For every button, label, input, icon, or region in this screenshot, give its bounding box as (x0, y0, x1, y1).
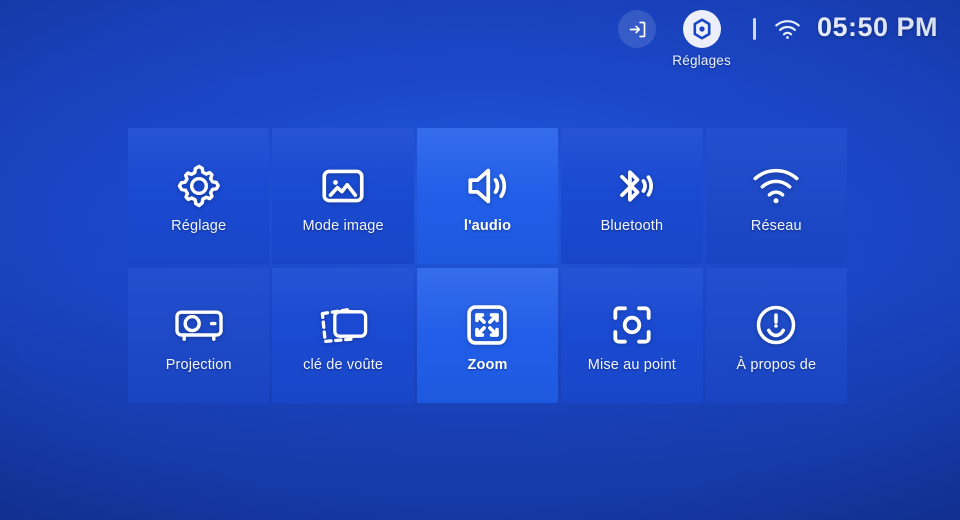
tile-label: Bluetooth (600, 217, 664, 234)
projector-icon (174, 310, 223, 342)
zoom-icon-wrap (417, 297, 558, 353)
status-bar: Réglages 05:50 PM (0, 0, 960, 78)
tile-audio[interactable]: l'audio (416, 128, 559, 264)
tile-projection[interactable]: Projection (128, 267, 270, 403)
tile-label: Mise au point (587, 357, 676, 374)
picture-icon-wrap (272, 158, 413, 214)
clock: 05:50 PM (816, 12, 938, 42)
bluetooth-icon-wrap (561, 158, 702, 214)
wifi-icon (775, 20, 800, 39)
settings-hexagon-icon (693, 18, 711, 40)
gear-icon-wrap (128, 158, 269, 214)
statusbar-divider (752, 18, 756, 40)
tile-cle-de-voute[interactable]: clé de voûte (272, 267, 414, 403)
tile-a-propos-de[interactable]: À propos de (705, 267, 847, 403)
tile-bluetooth[interactable]: Bluetooth (561, 128, 703, 264)
about-face-icon-wrap (706, 297, 847, 353)
keystone-icon (320, 308, 368, 344)
tile-label: Projection (165, 357, 232, 374)
settings-button[interactable]: Réglages (672, 10, 731, 68)
projector-settings-screen: Réglages 05:50 PM Réglage Mode image l'a… (0, 0, 960, 520)
zoom-icon (467, 305, 508, 345)
speaker-icon (468, 168, 507, 204)
focus-icon-wrap (561, 297, 702, 353)
input-source-button[interactable] (618, 10, 657, 48)
tile-reglage[interactable]: Réglage (128, 128, 270, 264)
projector-icon-wrap (128, 297, 269, 353)
bluetooth-icon (620, 170, 653, 202)
wifi-icon (753, 168, 799, 204)
settings-tile-grid: Réglage Mode image l'audio Bluetooth Rés… (128, 128, 847, 403)
tile-mode-image[interactable]: Mode image (272, 128, 414, 264)
tile-label: À propos de (736, 357, 817, 374)
wifi-status-icon-wrap (774, 19, 801, 45)
tile-label: Zoom (467, 357, 508, 374)
tile-label: l'audio (463, 217, 512, 234)
speaker-icon-wrap (417, 158, 558, 214)
focus-icon (613, 306, 651, 344)
keystone-icon-wrap (272, 297, 413, 353)
input-source-icon (629, 21, 646, 37)
tile-zoom[interactable]: Zoom (416, 267, 559, 403)
settings-icon-wrap (682, 10, 721, 48)
tile-reseau[interactable]: Réseau (705, 128, 847, 264)
gear-icon (177, 164, 220, 208)
input-source-icon-wrap (618, 10, 657, 48)
about-face-icon (757, 305, 796, 345)
wifi-tile-icon-wrap (706, 158, 847, 214)
tile-mise-au-point[interactable]: Mise au point (561, 267, 703, 403)
tile-label: clé de voûte (303, 357, 384, 374)
picture-icon (322, 169, 364, 203)
tile-label: Mode image (302, 217, 384, 234)
tile-label: Réglage (171, 217, 227, 234)
settings-label: Réglages (672, 53, 731, 68)
tile-label: Réseau (750, 217, 802, 234)
